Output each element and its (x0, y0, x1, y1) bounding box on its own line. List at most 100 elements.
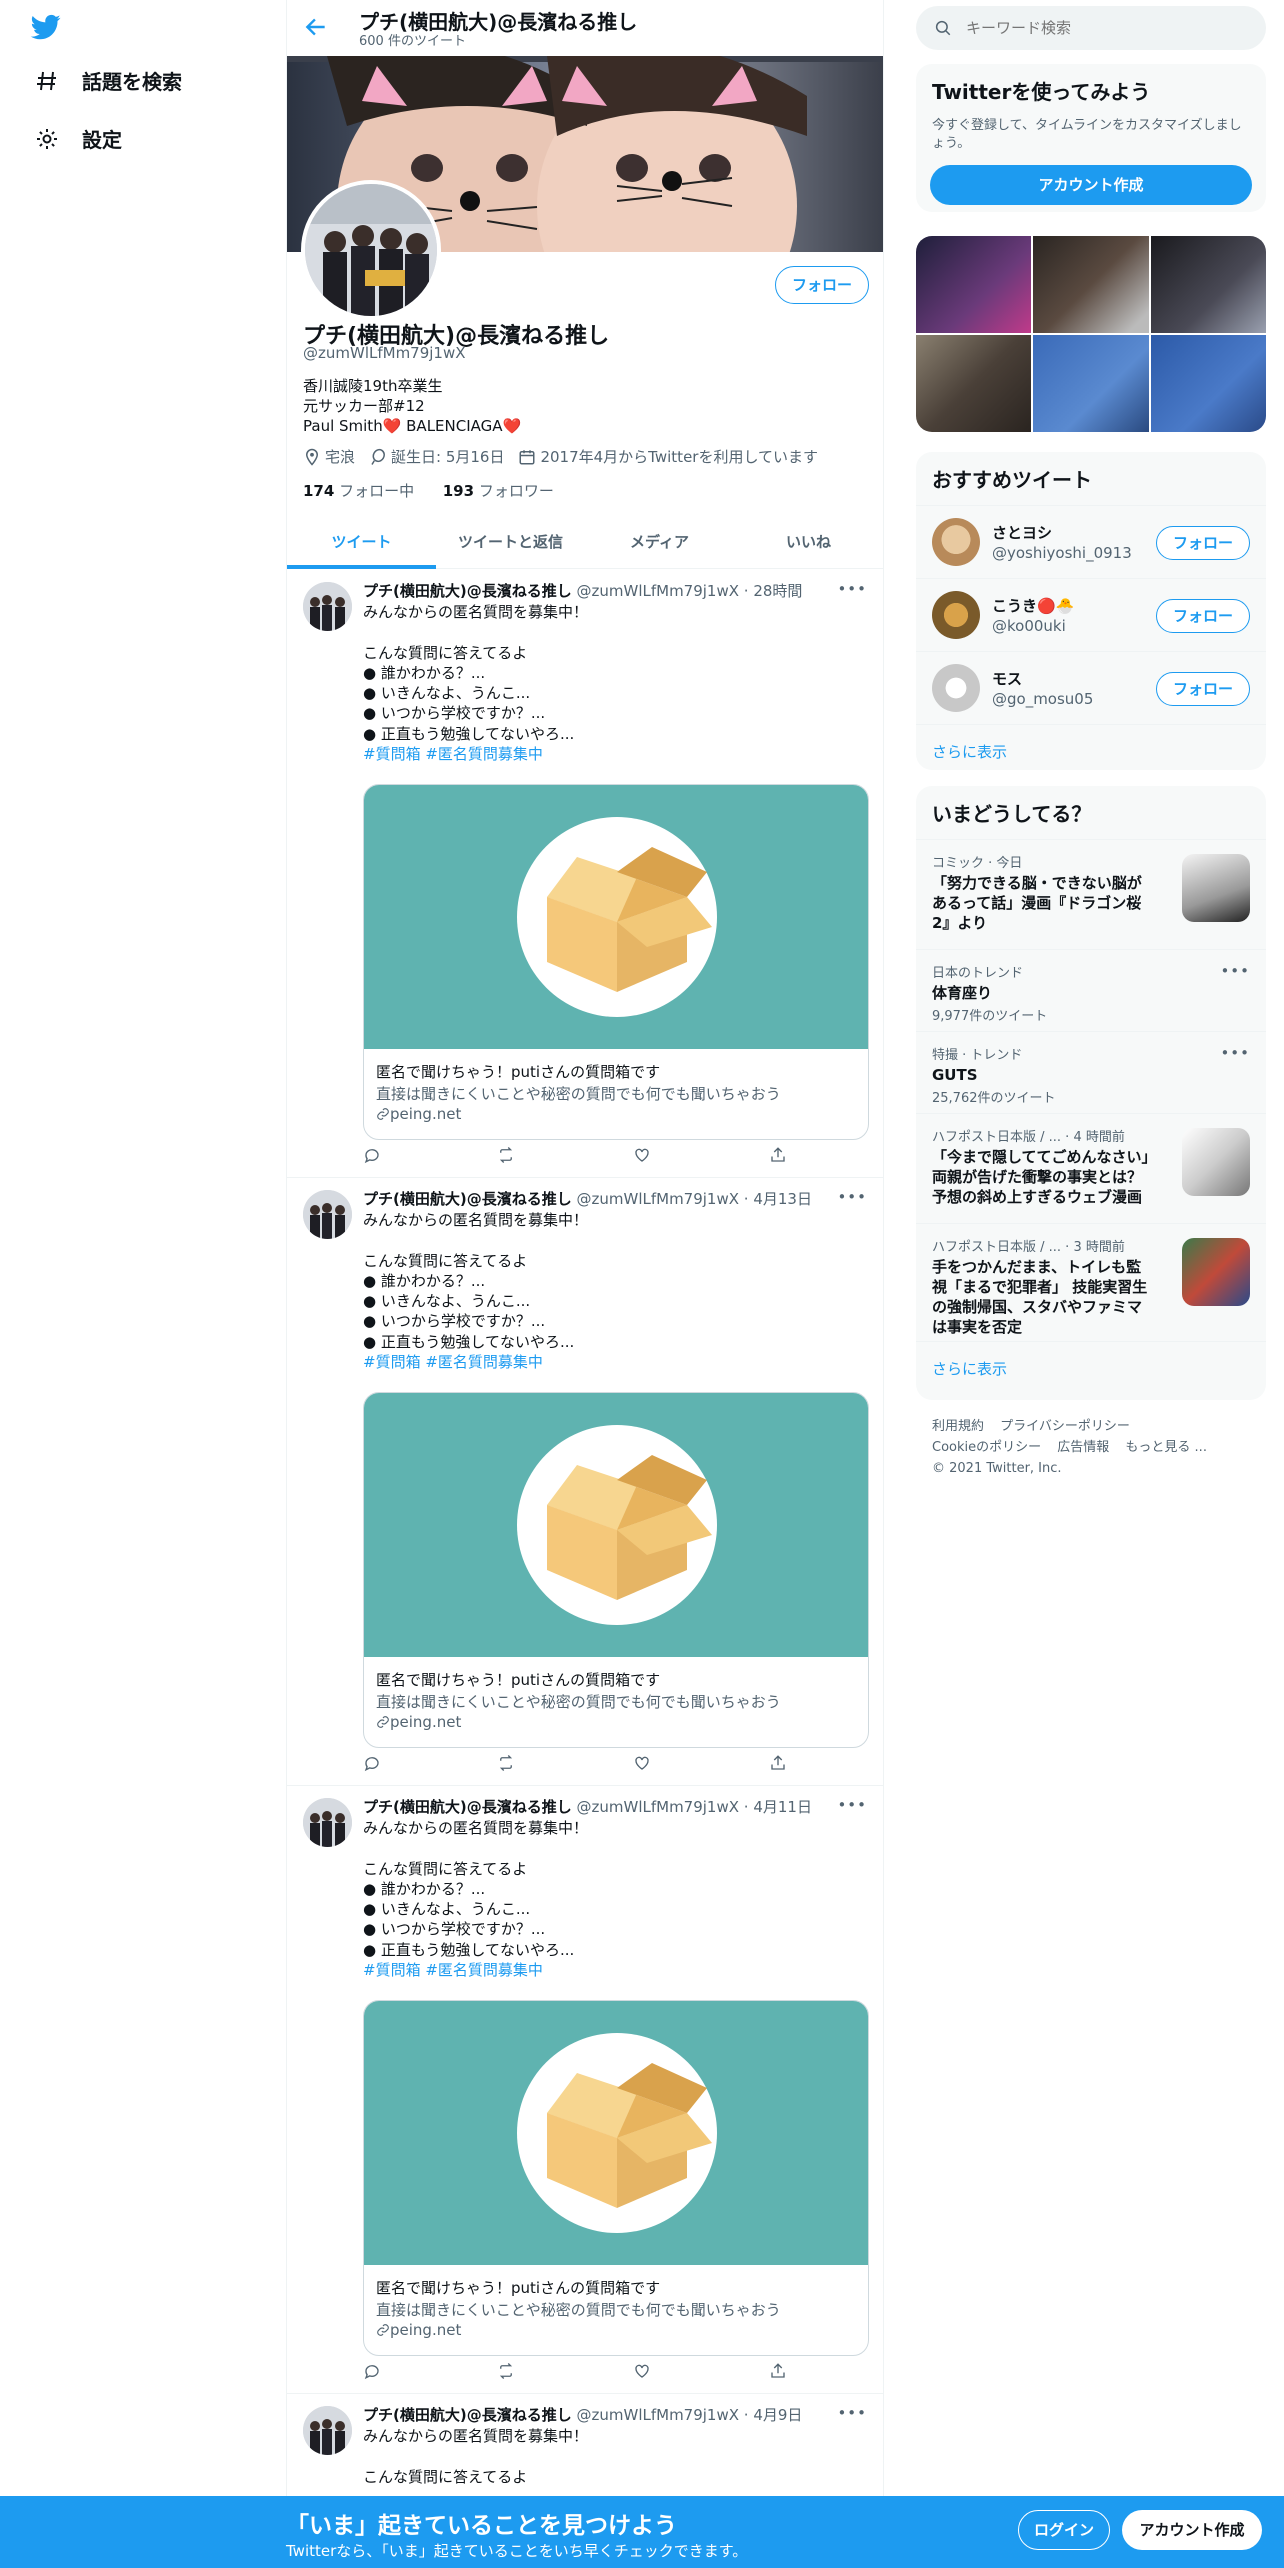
nav-settings[interactable]: 設定 (34, 124, 122, 153)
like-icon[interactable] (633, 2362, 653, 2382)
tweet-avatar[interactable] (303, 1798, 352, 1847)
more-icon[interactable]: ••• (837, 580, 867, 598)
share-icon[interactable] (769, 1146, 789, 1166)
follow-button[interactable]: フォロー (775, 266, 869, 304)
tweet-author-name[interactable]: プチ(横田航大)@長濱ねる推し (363, 2406, 572, 2424)
user-avatar[interactable] (932, 518, 980, 566)
trend-item[interactable]: コミック · 今日 「努力できる脳・できない脳があるって話」漫画『ドラゴン桜2』… (916, 839, 1266, 949)
trend-title: 手をつかんだまま、トイレも監視「まるで犯罪者」 技能実習生の強制帰国、スタバやフ… (932, 1258, 1148, 1336)
tweet-avatar[interactable] (303, 2406, 352, 2455)
follow-button[interactable]: フォロー (1156, 599, 1250, 633)
media-thumb[interactable] (1033, 335, 1149, 432)
tweet[interactable]: プチ(横田航大)@長濱ねる推し @zumWlLfMm79j1wX · 4月13日… (287, 1178, 883, 1786)
recommended-user[interactable]: さとヨシ @yoshiyoshi_0913 フォロー (916, 505, 1266, 578)
card-title: 匿名で聞けちゃう！putiさんの質問箱です (376, 1671, 661, 1689)
hashtag-icon (34, 68, 60, 94)
search-icon (935, 20, 951, 36)
trend-item[interactable]: ハフポスト日本版 / ... · 3 時間前 手をつかんだまま、トイレも監視「ま… (916, 1223, 1266, 1341)
more-icon[interactable]: ••• (837, 1796, 867, 1814)
user-avatar[interactable] (932, 664, 980, 712)
signup-title: Twitterを使ってみよう (932, 80, 1151, 104)
tweet-body: みんなからの匿名質問を募集中！ こんな質問に答えてるよ (363, 2427, 589, 2486)
copyright: © 2021 Twitter, Inc. (932, 1461, 1062, 1476)
balloon-icon (371, 448, 385, 465)
tab-tweets-and-replies[interactable]: ツイートと返信 (436, 516, 585, 568)
show-more-link[interactable]: さらに表示 (916, 1341, 1266, 1397)
signup-button[interactable]: アカウント作成 (1122, 2510, 1262, 2550)
profile-avatar[interactable] (301, 180, 441, 320)
link-icon (377, 1108, 389, 1120)
link-card[interactable]: 匿名で聞けちゃう！putiさんの質問箱です 直接は聞きにくいことや秘密の質問でも何… (363, 2000, 869, 2356)
retweet-icon[interactable] (497, 1146, 517, 1166)
ads-link[interactable]: 広告情報 (1057, 1440, 1109, 1455)
terms-link[interactable]: 利用規約 (932, 1419, 984, 1434)
like-icon[interactable] (633, 1754, 653, 1774)
more-icon[interactable]: ••• (837, 2404, 867, 2422)
birthday-text: 誕生日: 5月16日 (391, 448, 505, 466)
trend-title: 「努力できる脳・できない脳があるって話」漫画『ドラゴン桜2』より (932, 874, 1142, 932)
tweet-handle-time[interactable]: @zumWlLfMm79j1wX · 4月9日 (577, 2406, 803, 2424)
like-icon[interactable] (633, 1146, 653, 1166)
tweet-author-name[interactable]: プチ(横田航大)@長濱ねる推し (363, 582, 572, 600)
tweet-hashtags[interactable]: #質問箱 #匿名質問募集中 (363, 1352, 863, 1372)
followers-link[interactable]: 193 フォロワー (443, 482, 554, 500)
search-input[interactable] (966, 19, 1226, 37)
create-account-button[interactable]: アカウント作成 (930, 165, 1252, 205)
more-icon[interactable]: ••• (1220, 962, 1250, 980)
following-link[interactable]: 174 フォロー中 (303, 482, 414, 500)
twitter-logo-icon[interactable] (30, 12, 62, 42)
cookie-link[interactable]: Cookieのポリシー (932, 1440, 1041, 1455)
tweet-hashtags[interactable]: #質問箱 #匿名質問募集中 (363, 744, 863, 764)
follow-button[interactable]: フォロー (1156, 526, 1250, 560)
retweet-icon[interactable] (497, 2362, 517, 2382)
more-icon[interactable]: ••• (1220, 1044, 1250, 1062)
link-card[interactable]: 匿名で聞けちゃう！putiさんの質問箱です 直接は聞きにくいことや秘密の質問でも何… (363, 784, 869, 1140)
share-icon[interactable] (769, 1754, 789, 1774)
tweet-author-name[interactable]: プチ(横田航大)@長濱ねる推し (363, 1798, 572, 1816)
media-thumb[interactable] (1033, 236, 1149, 333)
trend-item[interactable]: ハフポスト日本版 / ... · 4 時間前 「今まで隠しててごめんなさい」両親… (916, 1113, 1266, 1223)
reply-icon[interactable] (363, 1146, 383, 1166)
tweet-avatar[interactable] (303, 1190, 352, 1239)
reply-icon[interactable] (363, 1754, 383, 1774)
media-thumb[interactable] (916, 335, 1032, 432)
nav-explore[interactable]: 話題を検索 (34, 66, 182, 95)
media-thumb[interactable] (916, 236, 1032, 333)
tweet-handle-time[interactable]: @zumWlLfMm79j1wX · 4月13日 (577, 1190, 812, 1208)
trend-item[interactable]: 日本のトレンド 体育座り 9,977件のツイート ••• (916, 949, 1266, 1031)
login-button[interactable]: ログイン (1018, 2510, 1110, 2550)
more-link[interactable]: もっと見る ... (1125, 1440, 1207, 1455)
tab-likes[interactable]: いいね (734, 516, 883, 568)
tweet-handle-time[interactable]: @zumWlLfMm79j1wX · 28時間 (577, 582, 803, 600)
tab-tweets[interactable]: ツイート (287, 516, 436, 569)
tab-media[interactable]: メディア (585, 516, 734, 568)
signup-subtitle: 今すぐ登録して、タイムラインをカスタマイズしましょう。 (932, 118, 1242, 151)
recommended-user[interactable]: モス @go_mosu05 フォロー (916, 651, 1266, 724)
tweet-handle-time[interactable]: @zumWlLfMm79j1wX · 4月11日 (577, 1798, 812, 1816)
recommended-user[interactable]: こうき🔴🐣 @ko00uki フォロー (916, 578, 1266, 651)
user-avatar[interactable] (932, 591, 980, 639)
back-arrow-icon[interactable] (303, 14, 329, 40)
reply-icon[interactable] (363, 2362, 383, 2382)
more-icon[interactable]: ••• (837, 1188, 867, 1206)
trend-meta: ハフポスト日本版 / ... · 4 時間前 (932, 1130, 1125, 1145)
show-more-link[interactable]: さらに表示 (916, 724, 1266, 770)
tweet[interactable]: プチ(横田航大)@長濱ねる推し @zumWlLfMm79j1wX · 4月11日… (287, 1786, 883, 2394)
gear-icon (34, 126, 60, 152)
tweet-author-name[interactable]: プチ(横田航大)@長濱ねる推し (363, 1190, 572, 1208)
search-box[interactable] (916, 6, 1266, 50)
trend-item[interactable]: 特撮 · トレンド GUTS 25,762件のツイート ••• (916, 1031, 1266, 1113)
media-thumb[interactable] (1150, 335, 1266, 432)
privacy-link[interactable]: プライバシーポリシー (1000, 1419, 1130, 1434)
recommended-title: おすすめツイート (932, 468, 1092, 492)
tweet[interactable]: プチ(横田航大)@長濱ねる推し @zumWlLfMm79j1wX · 28時間 •… (287, 570, 883, 1178)
tweet-hashtags[interactable]: #質問箱 #匿名質問募集中 (363, 1960, 863, 1980)
card-title: 匿名で聞けちゃう！putiさんの質問箱です (376, 2279, 661, 2297)
tweet-text: みんなからの匿名質問を募集中！ こんな質問に答えてるよ ● 誰かわかる？... … (363, 602, 863, 764)
share-icon[interactable] (769, 2362, 789, 2382)
retweet-icon[interactable] (497, 1754, 517, 1774)
media-thumb[interactable] (1150, 236, 1266, 333)
follow-button[interactable]: フォロー (1156, 672, 1250, 706)
tweet-avatar[interactable] (303, 582, 352, 631)
link-card[interactable]: 匿名で聞けちゃう！putiさんの質問箱です 直接は聞きにくいことや秘密の質問でも何… (363, 1392, 869, 1748)
